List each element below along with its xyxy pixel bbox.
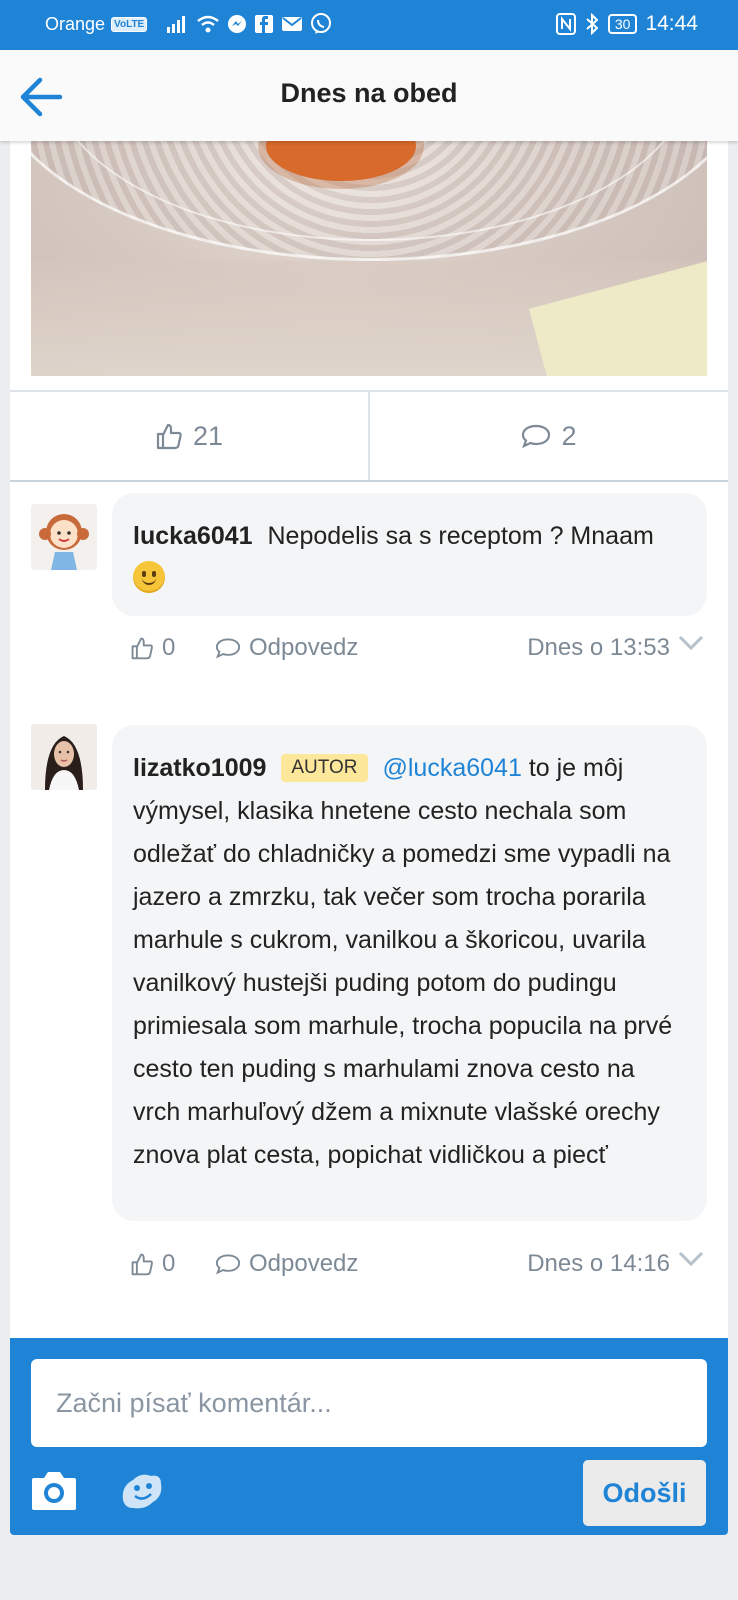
comment-input[interactable] xyxy=(31,1359,707,1447)
camera-icon xyxy=(32,1472,76,1510)
chevron-down-icon[interactable] xyxy=(678,1249,704,1269)
comment-username[interactable]: lucka6041 xyxy=(133,522,253,550)
reply-label: Odpovedz xyxy=(249,1250,359,1277)
reply-label: Odpovedz xyxy=(249,634,359,661)
volte-badge: VoLTE xyxy=(111,16,148,32)
chevron-down-icon[interactable] xyxy=(678,633,704,653)
comment-like-count: 0 xyxy=(162,1250,176,1277)
facebook-icon xyxy=(255,15,274,33)
smiley-emoji-icon xyxy=(133,561,165,593)
status-left: Orange VoLTE xyxy=(45,13,332,35)
author-badge: AUTOR xyxy=(281,754,368,782)
comment-like-button[interactable]: 0 xyxy=(130,1250,175,1278)
comment-meta: 0 Odpovedz Dnes o 13:53 xyxy=(130,629,720,669)
thumbs-up-icon xyxy=(156,423,182,450)
post-actions: 21 2 xyxy=(10,390,728,482)
avatar[interactable] xyxy=(31,724,97,790)
battery-indicator: 30 xyxy=(607,14,638,34)
thumbs-up-icon xyxy=(131,1253,153,1276)
comment-timestamp: Dnes o 14:16 xyxy=(527,1250,670,1277)
messenger-icon xyxy=(228,15,247,33)
comment-timestamp: Dnes o 13:53 xyxy=(527,634,670,661)
avatar-cartoon-girl-image xyxy=(39,514,89,570)
comments-button[interactable]: 2 xyxy=(368,392,728,480)
status-icons xyxy=(167,13,332,35)
sticker-button[interactable] xyxy=(115,1466,165,1514)
sticker-icon xyxy=(122,1474,162,1509)
app-header: Dnes na obed xyxy=(0,50,738,141)
post-photo[interactable] xyxy=(31,141,707,376)
avatar[interactable] xyxy=(31,504,97,570)
signal-icon xyxy=(167,16,186,33)
status-bar: Orange VoLTE 30 14:44 xyxy=(0,0,738,50)
like-count: 21 xyxy=(192,420,224,451)
comment-bubble: lizatko1009 AUTOR @lucka6041 to je môj v… xyxy=(112,725,707,1221)
like-button[interactable]: 21 xyxy=(10,392,368,480)
comment-bubble: lucka6041 Nepodelis sa s receptom ? Mnaa… xyxy=(112,493,707,616)
mail-icon xyxy=(282,17,303,31)
page-title: Dnes na obed xyxy=(280,78,458,108)
comments-list: lucka6041 Nepodelis sa s receptom ? Mnaa… xyxy=(10,482,728,1338)
comment-icon xyxy=(215,1254,241,1275)
mention-link[interactable]: @lucka6041 xyxy=(383,754,522,782)
comment-username[interactable]: lizatko1009 xyxy=(133,754,266,782)
wifi-icon xyxy=(197,15,220,33)
comment-composer: Odošli xyxy=(10,1338,728,1535)
comment-text: to je môj výmysel, klasika hnetene cesto… xyxy=(133,754,673,1169)
camera-button[interactable] xyxy=(30,1468,78,1512)
viber-icon xyxy=(311,13,332,34)
comment-icon xyxy=(522,424,551,449)
send-button[interactable]: Odošli xyxy=(583,1460,706,1526)
bluetooth-icon xyxy=(586,13,599,35)
comment-text: Nepodelis sa s receptom ? Mnaam xyxy=(267,522,654,550)
avatar-user-photo-image xyxy=(31,724,97,790)
comment-icon xyxy=(215,638,241,659)
thumbs-up-icon xyxy=(131,637,153,660)
reply-button[interactable]: Odpovedz xyxy=(215,1250,358,1278)
post-card: 21 2 xyxy=(10,141,728,482)
comment-like-count: 0 xyxy=(162,634,176,661)
carrier-name: Orange xyxy=(45,13,106,34)
comment-meta: 0 Odpovedz Dnes o 14:16 xyxy=(130,1245,720,1285)
reply-button[interactable]: Odpovedz xyxy=(215,634,358,662)
clock: 14:44 xyxy=(645,12,698,35)
status-right: 30 14:44 xyxy=(555,12,698,36)
comment-like-button[interactable]: 0 xyxy=(130,634,175,662)
comment-count: 2 xyxy=(561,420,577,451)
nfc-icon xyxy=(555,13,576,35)
